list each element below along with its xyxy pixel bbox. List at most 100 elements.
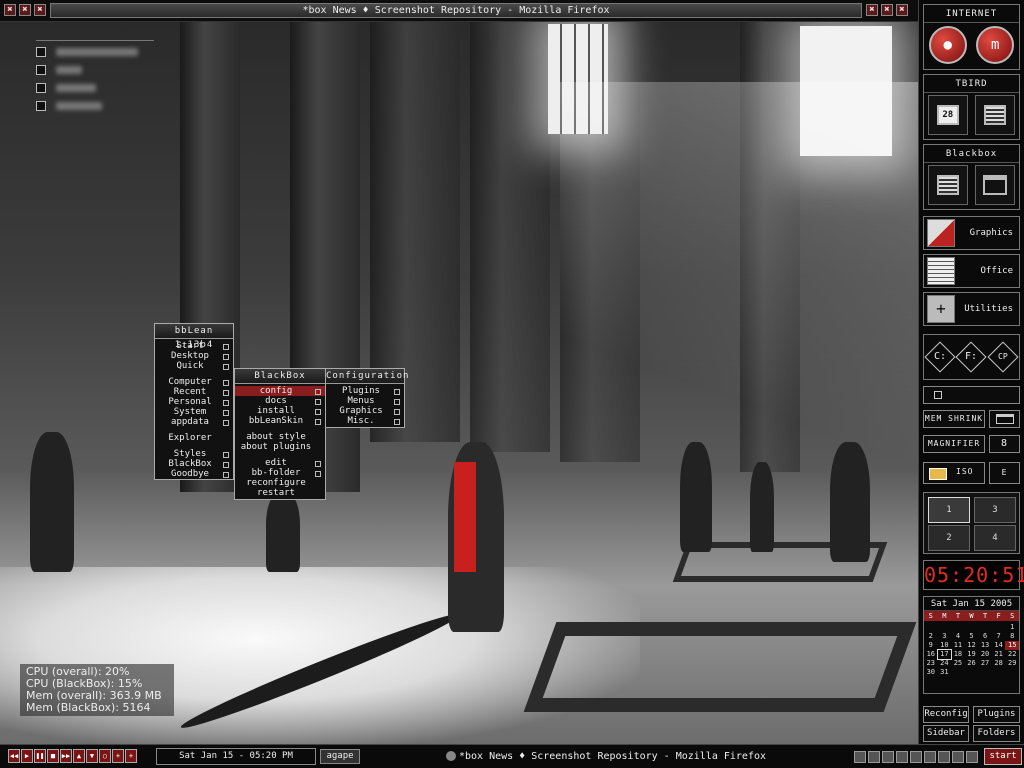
- control-panel-icon[interactable]: CP: [987, 341, 1019, 373]
- minimize-button[interactable]: ✖: [866, 4, 878, 16]
- media-button[interactable]: ▶▶: [60, 749, 72, 763]
- close-icon[interactable]: ✖: [34, 4, 46, 16]
- media-button[interactable]: +: [112, 749, 124, 763]
- menu-item-bb-folder[interactable]: bb-folder: [235, 468, 325, 478]
- calendar-day[interactable]: 8: [1005, 632, 1019, 641]
- calendar-day[interactable]: 4: [951, 632, 965, 641]
- app-graphics[interactable]: Graphics: [923, 216, 1020, 250]
- close-icon[interactable]: ✖: [19, 4, 31, 16]
- toggle-bar[interactable]: [923, 386, 1020, 404]
- media-button[interactable]: +: [125, 749, 137, 763]
- checkbox[interactable]: [36, 47, 46, 57]
- workspace-1[interactable]: 1: [928, 497, 970, 523]
- tray-icon[interactable]: [910, 751, 922, 763]
- menu-item-install[interactable]: install: [235, 406, 325, 416]
- workspace-4[interactable]: 4: [974, 525, 1016, 551]
- calendar-day[interactable]: 16: [924, 650, 938, 659]
- media-button[interactable]: ❚❚: [34, 749, 46, 763]
- calendar-day[interactable]: 2: [924, 632, 938, 641]
- menu-item-blackbox[interactable]: BlackBox: [155, 459, 233, 469]
- menu-item-goodbye[interactable]: Goodbye: [155, 469, 233, 479]
- calendar-day[interactable]: 21: [992, 650, 1006, 659]
- window-title[interactable]: *box News ♦ Screenshot Repository - Mozi…: [50, 3, 862, 18]
- menu-item-styles[interactable]: Styles: [155, 449, 233, 459]
- menu-item-recent[interactable]: Recent: [155, 387, 233, 397]
- calendar-day[interactable]: 15: [1005, 641, 1019, 650]
- reconfig-button[interactable]: Reconfig: [923, 706, 969, 723]
- calendar-day[interactable]: 27: [978, 659, 992, 668]
- calendar-day[interactable]: 28: [992, 659, 1006, 668]
- calendar-day[interactable]: 14: [992, 641, 1006, 650]
- taskbar-clock[interactable]: Sat Jan 15 - 05:20 PM: [156, 748, 316, 765]
- media-button[interactable]: ▶: [21, 749, 33, 763]
- close-button[interactable]: ✖: [896, 4, 908, 16]
- maximize-button[interactable]: ✖: [881, 4, 893, 16]
- checklist-item[interactable]: [36, 79, 154, 97]
- calendar-day[interactable]: 13: [978, 641, 992, 650]
- calendar-day[interactable]: 29: [1005, 659, 1019, 668]
- menu-item-config[interactable]: config: [235, 386, 325, 396]
- menu-item-menus[interactable]: Menus: [326, 396, 404, 406]
- calendar-day[interactable]: 26: [965, 659, 979, 668]
- tray-icon[interactable]: [952, 751, 964, 763]
- calendar-day[interactable]: 7: [992, 632, 1006, 641]
- iso-button[interactable]: ISO: [923, 462, 985, 484]
- menu-item-about-style[interactable]: about style: [235, 432, 325, 442]
- menu-item-explorer[interactable]: Explorer: [155, 433, 233, 443]
- checkbox[interactable]: [36, 65, 46, 75]
- checklist-item[interactable]: [36, 97, 154, 115]
- magnifier-value[interactable]: 8: [989, 435, 1020, 453]
- tray-icon[interactable]: [868, 751, 880, 763]
- menu-item-edit[interactable]: edit: [235, 458, 325, 468]
- workspace-label[interactable]: agape: [320, 749, 360, 764]
- calendar-day[interactable]: 22: [1005, 650, 1019, 659]
- drive-f-icon[interactable]: F:: [955, 341, 988, 373]
- menu-item-docs[interactable]: docs: [235, 396, 325, 406]
- plugins-button[interactable]: Plugins: [973, 706, 1020, 723]
- mem-shrink-button[interactable]: MEM SHRINK: [923, 410, 985, 428]
- menu-item-reconfigure[interactable]: reconfigure: [235, 478, 325, 488]
- calendar-day[interactable]: 9: [924, 641, 938, 650]
- calendar-day[interactable]: 31: [938, 668, 952, 677]
- taskbar-task-firefox[interactable]: *box News ♦ Screenshot Repository - Mozi…: [366, 748, 846, 765]
- checkbox[interactable]: [36, 101, 46, 111]
- calendar-day[interactable]: 5: [965, 632, 979, 641]
- menu-item-bbleanskin[interactable]: bbLeanSkin: [235, 416, 325, 426]
- sidebar-button[interactable]: Sidebar: [923, 725, 969, 742]
- app-utilities[interactable]: + Utilities: [923, 292, 1020, 326]
- checklist-item[interactable]: [36, 43, 154, 61]
- mail-app-icon[interactable]: m: [976, 26, 1015, 64]
- media-button[interactable]: ▼: [86, 749, 98, 763]
- calendar-day[interactable]: 11: [951, 641, 965, 650]
- calendar-day[interactable]: 10: [938, 641, 952, 650]
- checklist-item[interactable]: [36, 61, 154, 79]
- window-icon[interactable]: [975, 165, 1016, 205]
- start-button[interactable]: start: [984, 748, 1022, 765]
- workspace-3[interactable]: 3: [974, 497, 1016, 523]
- tray-icon[interactable]: [924, 751, 936, 763]
- calendar-day[interactable]: 30: [924, 668, 938, 677]
- checkbox[interactable]: [36, 83, 46, 93]
- media-button[interactable]: ○: [99, 749, 111, 763]
- calendar-day[interactable]: 6: [978, 632, 992, 641]
- mem-shrink-window-icon[interactable]: [989, 410, 1020, 428]
- workspace-2[interactable]: 2: [928, 525, 970, 551]
- menu-item-misc[interactable]: Misc.: [326, 416, 404, 426]
- menu-item-desktop[interactable]: Desktop: [155, 351, 233, 361]
- tray-icon[interactable]: [854, 751, 866, 763]
- media-button[interactable]: ◀◀: [8, 749, 20, 763]
- menu-item-personal[interactable]: Personal: [155, 397, 233, 407]
- menu-item-restart[interactable]: restart: [235, 488, 325, 498]
- menu-item-graphics[interactable]: Graphics: [326, 406, 404, 416]
- menu-item-computer[interactable]: Computer: [155, 377, 233, 387]
- app-office[interactable]: Office: [923, 254, 1020, 288]
- drive-c-icon[interactable]: C:: [924, 341, 956, 373]
- calendar-day[interactable]: 24: [938, 659, 952, 668]
- calendar-day[interactable]: 25: [951, 659, 965, 668]
- calendar-day[interactable]: 12: [965, 641, 979, 650]
- tray-icon[interactable]: [938, 751, 950, 763]
- e-button[interactable]: E: [989, 462, 1020, 484]
- media-button[interactable]: ▲: [73, 749, 85, 763]
- toggle-checkbox[interactable]: [934, 391, 942, 399]
- menu-item-appdata[interactable]: appdata: [155, 417, 233, 427]
